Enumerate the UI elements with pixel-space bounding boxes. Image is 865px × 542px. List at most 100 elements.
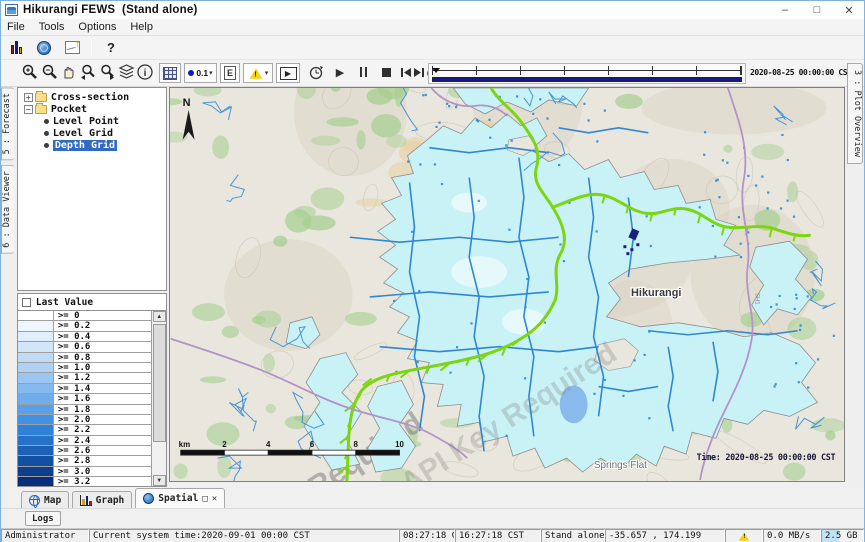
timer-icon[interactable] [307, 63, 325, 86]
app-logo-icon [5, 4, 18, 16]
status-warning[interactable] [725, 529, 763, 542]
warning-icon [249, 68, 262, 78]
legend-row: >= 0.2 [18, 321, 151, 331]
last-value-checkbox[interactable] [22, 298, 31, 307]
zoom-previous-icon[interactable] [79, 63, 98, 86]
info-icon[interactable]: i [136, 63, 154, 86]
tab-graph[interactable]: Graph [72, 491, 132, 508]
menu-file[interactable]: File [7, 21, 25, 33]
zoom-in-icon[interactable] [21, 63, 39, 86]
explorer-globe-icon[interactable] [35, 39, 53, 57]
legend-row: >= 1.8 [18, 405, 151, 415]
legend-value: >= 1.2 [54, 373, 151, 382]
legend-swatch [18, 321, 54, 330]
legend-row: >= 2.8 [18, 456, 151, 466]
status-transfer-rate: 0.0 MB/s [763, 529, 821, 542]
legend-table: >= 0>= 0.2>= 0.4>= 0.6>= 0.8>= 1.0>= 1.2… [17, 310, 167, 487]
interval-dropdown-button[interactable]: 0.1▾ [184, 63, 217, 83]
legend-row: >= 0 [18, 311, 151, 321]
svg-text:N: N [183, 97, 191, 109]
right-dock-strip: 3 : Plot Overview [845, 87, 864, 488]
label-display-button[interactable]: E [220, 63, 240, 83]
legend-value: >= 2.4 [54, 436, 151, 445]
legend-value: >= 1.8 [54, 405, 151, 414]
close-button[interactable]: ✕ [840, 2, 858, 18]
panel-close-icon[interactable]: ✕ [212, 494, 217, 504]
legend-swatch [18, 342, 54, 351]
tab-plot-overview[interactable]: 3 : Plot Overview [847, 63, 863, 164]
tab-forecast[interactable]: 5 : Forecast [1, 87, 14, 160]
toolbar-separator [91, 40, 92, 56]
tree-item-pocket[interactable]: − Pocket [18, 103, 166, 115]
bullet-icon [44, 143, 49, 148]
zoom-out-icon[interactable] [41, 63, 59, 86]
grid-display-button[interactable] [159, 63, 181, 83]
map-toolbar: i 0.1▾ E ▾ ▶ ▶ 2020-08-25 00:00:00 CST [1, 60, 864, 87]
time-slider-thumb[interactable] [432, 68, 440, 73]
maximize-button[interactable]: □ [808, 2, 826, 18]
stop-button[interactable] [377, 63, 395, 81]
menu-help[interactable]: Help [130, 21, 153, 33]
toolbar-separator [153, 65, 154, 81]
collapse-icon[interactable]: − [24, 105, 33, 114]
expand-icon[interactable]: + [24, 93, 33, 102]
legend-row: >= 0.4 [18, 332, 151, 342]
animation-button[interactable]: ▶ [276, 63, 300, 83]
legend-swatch [18, 467, 54, 476]
tree-item-cross-section[interactable]: + Cross-section [18, 91, 166, 103]
time-availability-bar [432, 77, 742, 82]
tab-map[interactable]: Map [21, 491, 69, 508]
legend-value: >= 2.8 [54, 456, 151, 465]
legend-scrollbar[interactable]: ▲ ▼ [151, 311, 166, 486]
tab-spatial[interactable]: Spatial □ ✕ [135, 488, 225, 508]
legend-row: >= 2.6 [18, 446, 151, 456]
logs-button[interactable]: Logs [25, 511, 61, 526]
legend-swatch [18, 446, 54, 455]
left-dock-strip: 5 : Forecast 6 : Data Viewer [1, 87, 15, 488]
legend-swatch [18, 436, 54, 445]
tree-item-level-point[interactable]: Level Point [18, 115, 166, 127]
legend-row: >= 2.2 [18, 425, 151, 435]
pause-button[interactable] [354, 63, 372, 81]
scroll-up-icon[interactable]: ▲ [153, 311, 166, 322]
legend-value: >= 1.4 [54, 384, 151, 393]
tree-item-level-grid[interactable]: Level Grid [18, 127, 166, 139]
bullet-icon [44, 131, 49, 136]
app-window: Hikurangi FEWS (Stand alone) – □ ✕ File … [0, 0, 865, 542]
panel-restore-icon[interactable]: □ [202, 494, 207, 504]
legend-value: >= 0.8 [54, 353, 151, 362]
menu-options[interactable]: Options [78, 21, 116, 33]
legend-value: >= 2.6 [54, 446, 151, 455]
time-slider-rail[interactable] [432, 66, 742, 75]
layers-tree: + Cross-section − Pocket Level Point Lev… [17, 87, 167, 291]
scroll-down-icon[interactable]: ▼ [153, 475, 166, 486]
tab-data-viewer[interactable]: 6 : Data Viewer [1, 165, 14, 254]
layers-icon[interactable] [117, 63, 136, 86]
map-time-label: Time: 2020-08-25 00:00:00 CST [697, 452, 836, 462]
tree-item-depth-grid[interactable]: Depth Grid [18, 139, 166, 151]
svg-text:6: 6 [310, 440, 315, 449]
scrollbar-thumb[interactable] [153, 324, 166, 442]
legend-row: >= 3.2 [18, 477, 151, 487]
map-canvas[interactable]: API Key Required [170, 88, 844, 481]
timeseries-dialog-icon[interactable] [63, 39, 81, 57]
interval-dot-icon [188, 70, 194, 76]
time-slider[interactable] [428, 63, 746, 84]
menu-bar: File Tools Options Help [1, 19, 864, 36]
thresholds-dropdown-button[interactable]: ▾ [243, 63, 273, 83]
menu-tools[interactable]: Tools [39, 21, 65, 33]
globe-wire-icon [29, 495, 40, 506]
left-panel: + Cross-section − Pocket Level Point Lev… [15, 87, 169, 488]
legend-swatch [18, 311, 54, 320]
legend-value: >= 0 [54, 311, 151, 320]
legend-row: >= 3.0 [18, 467, 151, 477]
window-title: Hikurangi FEWS (Stand alone) [23, 4, 197, 16]
play-button[interactable]: ▶ [331, 63, 349, 81]
zoom-next-icon[interactable] [98, 63, 117, 86]
svg-text:i: i [144, 68, 147, 79]
legend-swatch [18, 405, 54, 414]
minimize-button[interactable]: – [776, 2, 794, 18]
help-icon[interactable]: ? [102, 39, 120, 57]
pan-hand-icon[interactable] [60, 63, 78, 86]
database-icon[interactable] [7, 39, 25, 57]
